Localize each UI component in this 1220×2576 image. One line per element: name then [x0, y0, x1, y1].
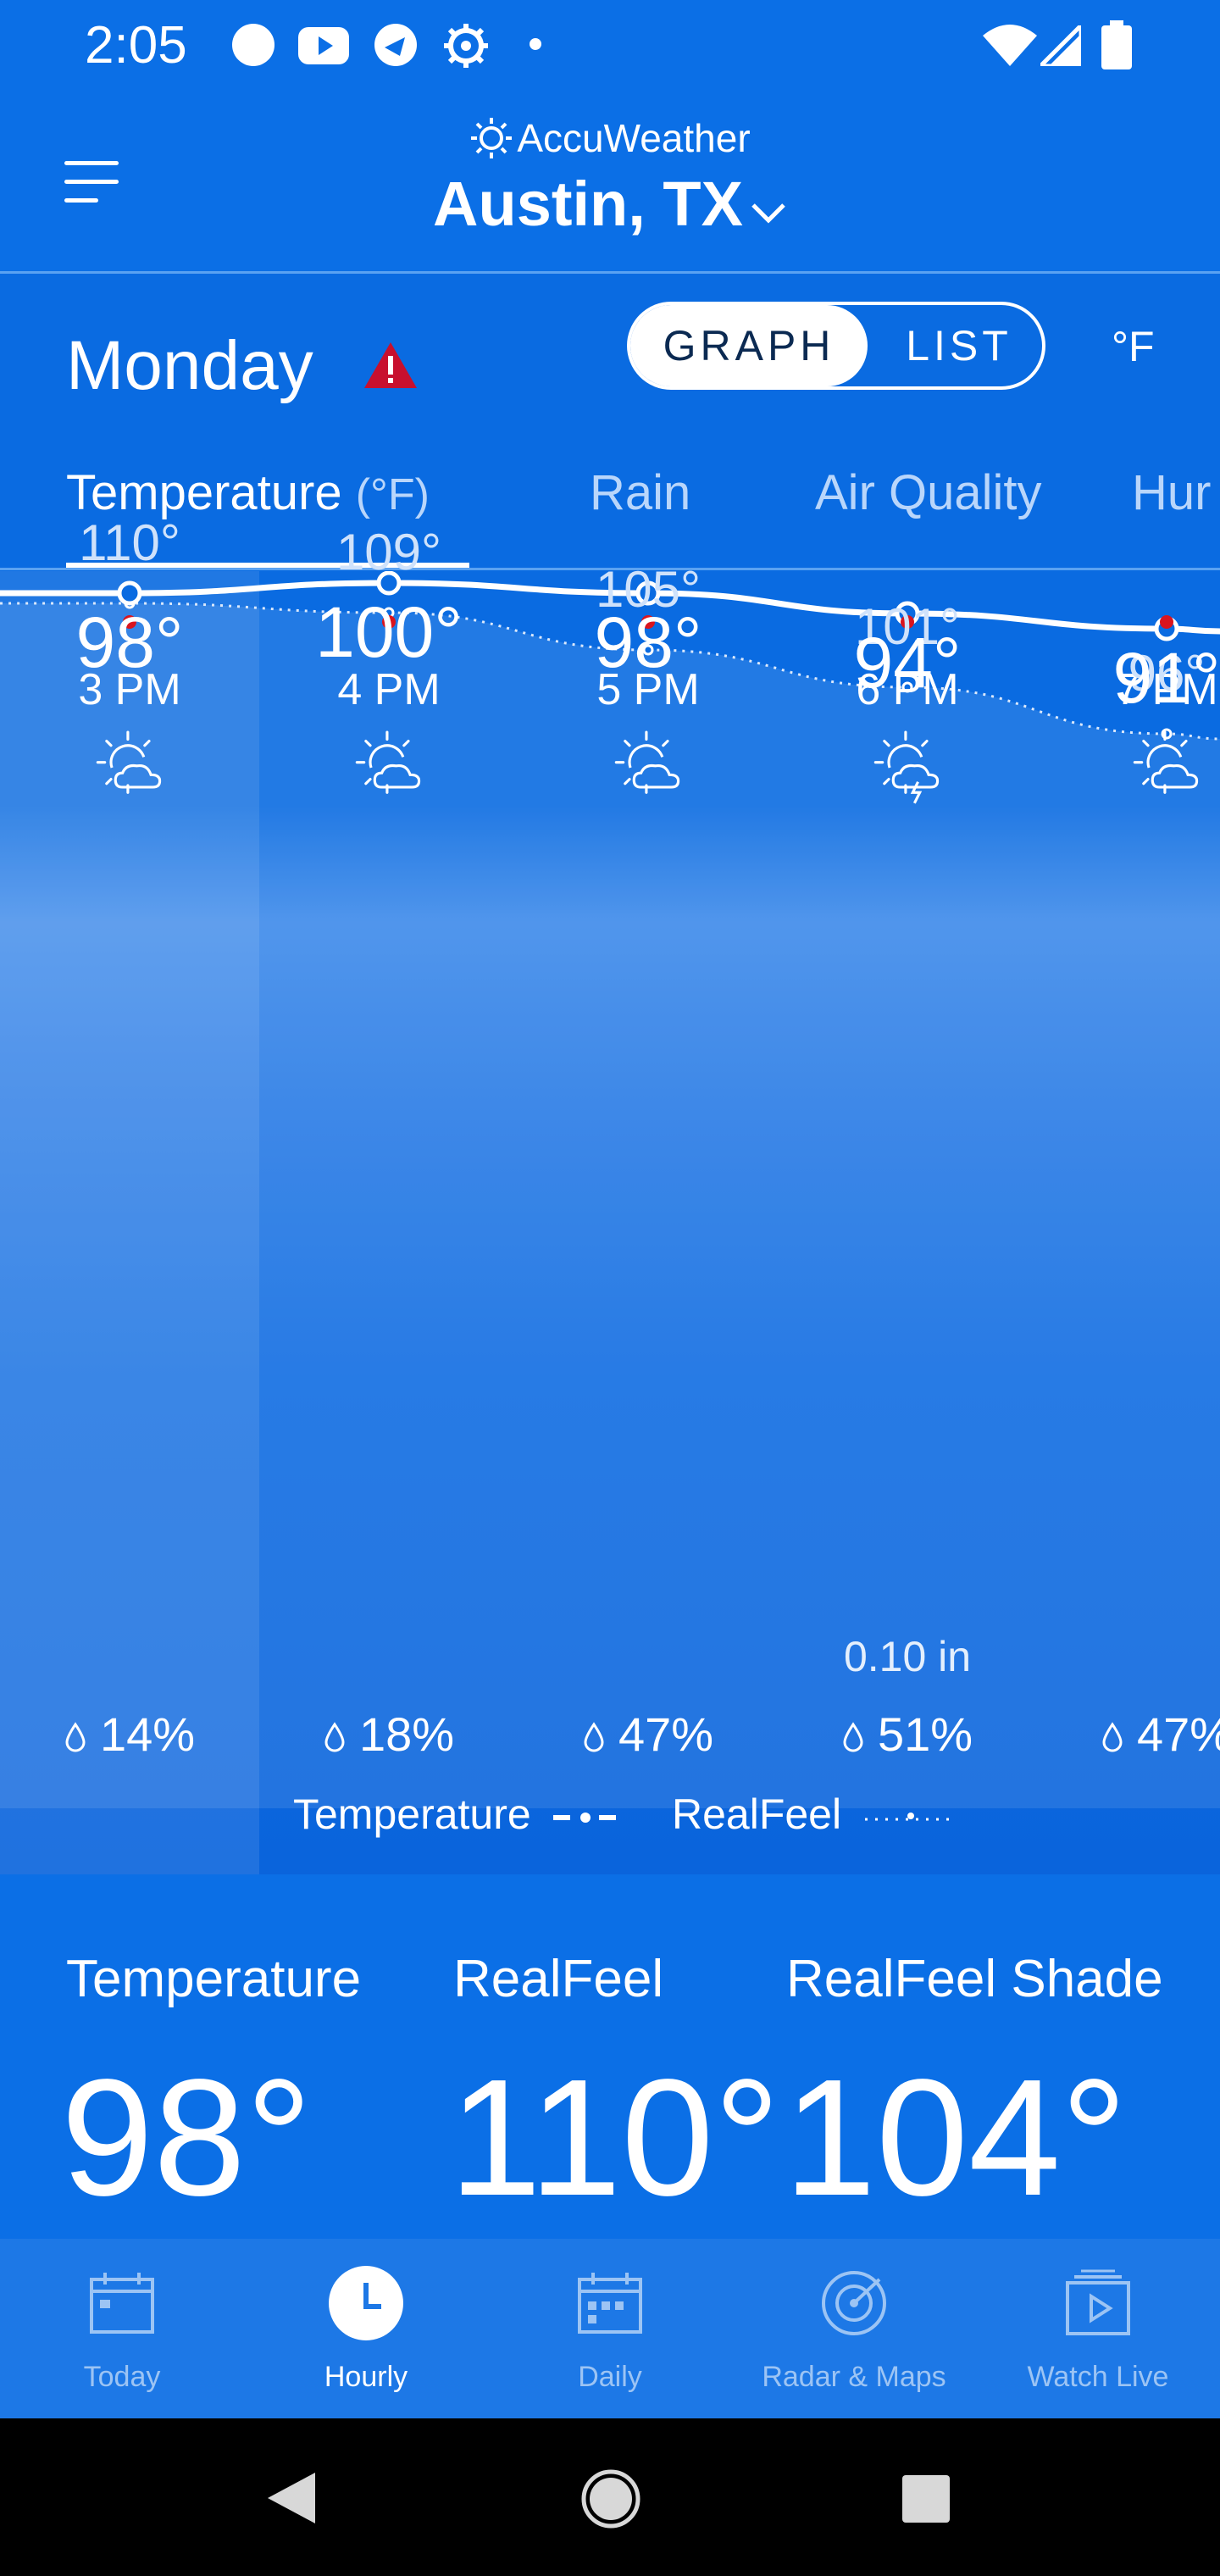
view-toggle: GRAPH LIST [627, 302, 1045, 390]
tab-temperature-label: Temperature [66, 465, 342, 520]
radar-icon [822, 2271, 886, 2335]
hour-precip-chance: 14% [0, 1707, 259, 1762]
current-temperature-label: Temperature [66, 1950, 362, 2008]
hour-realfeel: 110° [79, 514, 180, 571]
current-realfeel-label: RealFeel [453, 1950, 664, 2008]
nav-radar-maps[interactable]: Radar & Maps [732, 2239, 976, 2418]
hour-precip-chance: 18% [259, 1707, 518, 1762]
battery-icon [1101, 20, 1132, 69]
nav-hourly-label: Hourly [324, 2361, 408, 2393]
hour-temperature: 98° [594, 602, 702, 682]
location-selector[interactable]: Austin, TX [0, 168, 1220, 240]
chevron-down-icon [751, 203, 785, 224]
brand-logo: AccuWeather [0, 115, 1220, 161]
play-icon [1066, 2269, 1130, 2335]
dot-icon [530, 38, 541, 50]
hour-temperature: 94° [853, 623, 962, 702]
legend-realfeel-label: RealFeel [672, 1790, 842, 1838]
partly-sunny-icon [1133, 730, 1199, 794]
current-shade-label: RealFeel Shade [786, 1950, 1163, 2008]
signal-icon [1040, 25, 1081, 66]
nav-watch-live[interactable]: Watch Live [976, 2239, 1220, 2418]
hour-column[interactable]: 4 PM 109° 100° 18% [259, 524, 518, 1842]
nav-daily[interactable]: Daily [488, 2239, 732, 2418]
calendar-today-icon [90, 2273, 154, 2334]
raindrop-icon [65, 1722, 86, 1752]
status-time: 2:05 [85, 16, 187, 75]
legend-realfeel: RealFeel [672, 1790, 957, 1839]
alert-icon[interactable] [363, 341, 419, 390]
hour-precip-chance: 47% [1037, 1707, 1220, 1762]
nav-hourly[interactable]: Hourly [244, 2239, 488, 2418]
graph-toggle-button[interactable]: GRAPH [630, 305, 868, 386]
nav-daily-label: Daily [578, 2361, 642, 2393]
hour-indicator-dot [1160, 615, 1173, 629]
nav-watch-live-label: Watch Live [1027, 2361, 1169, 2393]
hour-precip-chance-value: 51% [877, 1707, 973, 1761]
hour-temperature: 98° [75, 602, 184, 682]
hour-precip-chance-value: 18% [358, 1707, 455, 1761]
hour-column[interactable]: 7 PM 96°91°47% [1037, 571, 1220, 1842]
hour-temperature: 91° [1112, 638, 1220, 718]
hour-precip-chance-value: 47% [618, 1707, 714, 1761]
hour-precip-chance: 47% [518, 1707, 778, 1762]
tab-rain[interactable]: Rain [590, 464, 690, 521]
legend-temperature-label: Temperature [293, 1790, 531, 1838]
list-toggle-button[interactable]: LIST [876, 305, 1042, 386]
home-icon[interactable] [581, 2469, 640, 2529]
legend-temperature-swatch [552, 1812, 616, 1823]
raindrop-icon [1102, 1722, 1123, 1752]
brand-name: AccuWeather [517, 116, 751, 160]
legend-temperature: Temperature [293, 1790, 619, 1839]
hour-precip-chance: 51% [778, 1707, 1037, 1762]
nav-today[interactable]: Today [0, 2239, 244, 2418]
current-shade-value: 104° [784, 2045, 1128, 2230]
tab-temperature-unit: (°F) [355, 470, 430, 519]
raindrop-icon [843, 1722, 863, 1752]
hour-column[interactable]: 3 PM 110° 98° 14% [0, 514, 259, 1842]
legend-realfeel-swatch [865, 1812, 956, 1821]
wifi-icon [983, 25, 1037, 66]
sun-logo-icon [471, 118, 513, 158]
recents-icon[interactable] [901, 2474, 951, 2523]
raindrop-icon [324, 1722, 345, 1752]
nav-radar-maps-label: Radar & Maps [762, 2361, 946, 2393]
back-icon[interactable] [266, 2471, 317, 2525]
hour-column[interactable]: 5 PM 105° 98° 47% [518, 561, 778, 1842]
circle-notification-icon [232, 24, 274, 66]
hour-temperature: 100° [315, 592, 463, 672]
raindrop-icon [584, 1722, 604, 1752]
calendar-daily-icon [578, 2273, 642, 2334]
unit-button[interactable]: °F [1112, 322, 1155, 371]
tab-temperature[interactable]: Temperature (°F) [66, 464, 430, 521]
clock-icon [329, 2266, 403, 2340]
gear-notification-icon [444, 24, 488, 68]
mostly-sunny-icon [96, 730, 162, 794]
partly-sunny-icon [614, 730, 680, 794]
current-temperature-value: 98° [61, 2045, 313, 2230]
thunderstorm-sun-icon [873, 730, 940, 804]
partly-sunny-icon [355, 730, 421, 794]
current-realfeel-value: 110° [449, 2045, 780, 2230]
hour-precip-amount: 0.10 in [843, 1633, 972, 1680]
tab-air-quality[interactable]: Air Quality [815, 464, 1042, 521]
hour-column[interactable]: 6 PM 101° 94° 0.10 in 51% [778, 571, 1037, 1842]
day-label: Monday [66, 327, 313, 404]
tab-humidity[interactable]: Hur [1132, 464, 1211, 521]
header-divider [0, 271, 1220, 274]
nav-today-label: Today [83, 2361, 161, 2393]
youtube-icon [298, 27, 349, 64]
hour-precip-chance-value: 47% [1136, 1707, 1220, 1761]
hour-precip-chance-value: 14% [99, 1707, 196, 1761]
location-name: Austin, TX [433, 169, 743, 239]
app-notification-icon [374, 24, 417, 66]
hour-realfeel: 109° [336, 524, 442, 580]
